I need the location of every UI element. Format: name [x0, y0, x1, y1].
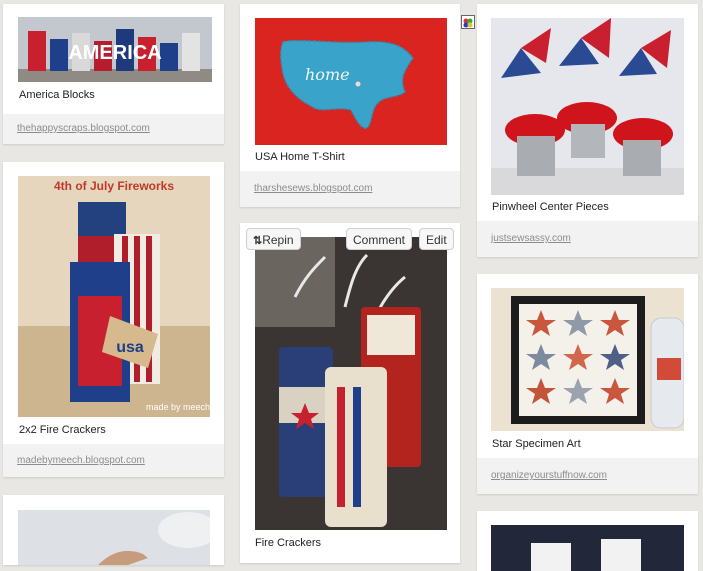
pin-caption: USA Home T-Shirt	[255, 151, 345, 163]
pin-caption: Star Specimen Art	[492, 438, 581, 450]
pin-2x2-fire-crackers[interactable]: 4th of July Fireworks usa made by meech …	[3, 162, 224, 477]
pin-image[interactable]	[491, 288, 684, 431]
pin-source-link[interactable]: justsewsassy.com	[477, 221, 698, 257]
pin-caption: 2x2 Fire Crackers	[19, 424, 106, 436]
pin-image[interactable]: 4th of July Fireworks usa made by meech	[18, 176, 210, 417]
pin-caption: Pinwheel Center Pieces	[492, 201, 609, 213]
repin-button[interactable]: ⇅Repin	[246, 228, 301, 250]
pin-source-link[interactable]: thehappyscraps.blogspot.com	[3, 114, 224, 144]
pin-image[interactable]: AMERICA	[18, 17, 212, 82]
pin-source-link[interactable]: tharshesews.blogspot.com	[240, 171, 460, 207]
repin-icon: ⇅	[253, 235, 263, 247]
pin-star-specimen-art[interactable]: Star Specimen Art organizeyourstuffnow.c…	[477, 274, 698, 494]
pin-source-link[interactable]: organizeyourstuffnow.com	[477, 458, 698, 494]
america-blocks-text: AMERICA	[68, 42, 161, 64]
edit-button[interactable]: Edit	[419, 228, 454, 250]
fireworks-title-text: 4th of July Fireworks	[54, 179, 174, 193]
pin-pinwheel-center-pieces[interactable]: Pinwheel Center Pieces justsewsassy.com	[477, 4, 698, 257]
pin-image[interactable]	[18, 510, 210, 565]
pin-fire-crackers[interactable]: ⇅Repin Comment Edit Fire Crackers	[240, 223, 460, 563]
pin-image[interactable]	[255, 237, 447, 530]
extension-icon[interactable]	[461, 15, 475, 29]
pin-source-link[interactable]: madebymeech.blogspot.com	[3, 444, 224, 477]
pin-image[interactable]	[491, 525, 684, 571]
pin-image[interactable]	[491, 18, 684, 195]
fireworks-credit-text: made by meech	[146, 402, 210, 412]
comment-button[interactable]: Comment	[346, 228, 413, 250]
shirt-word-text: home	[305, 65, 350, 84]
pin-usa-home-tshirt[interactable]: home USA Home T-Shirt tharshesews.blogsp…	[240, 4, 460, 207]
pin-partial-bottom-right[interactable]	[477, 511, 698, 571]
fireworks-tag-text: usa	[116, 339, 144, 356]
pin-caption: Fire Crackers	[255, 537, 322, 549]
pin-caption: America Blocks	[19, 89, 95, 101]
pin-america-blocks[interactable]: AMERICA America Blocks thehappyscraps.bl…	[3, 4, 224, 144]
pin-image[interactable]: home	[255, 18, 447, 145]
repin-label: Repin	[262, 233, 294, 247]
